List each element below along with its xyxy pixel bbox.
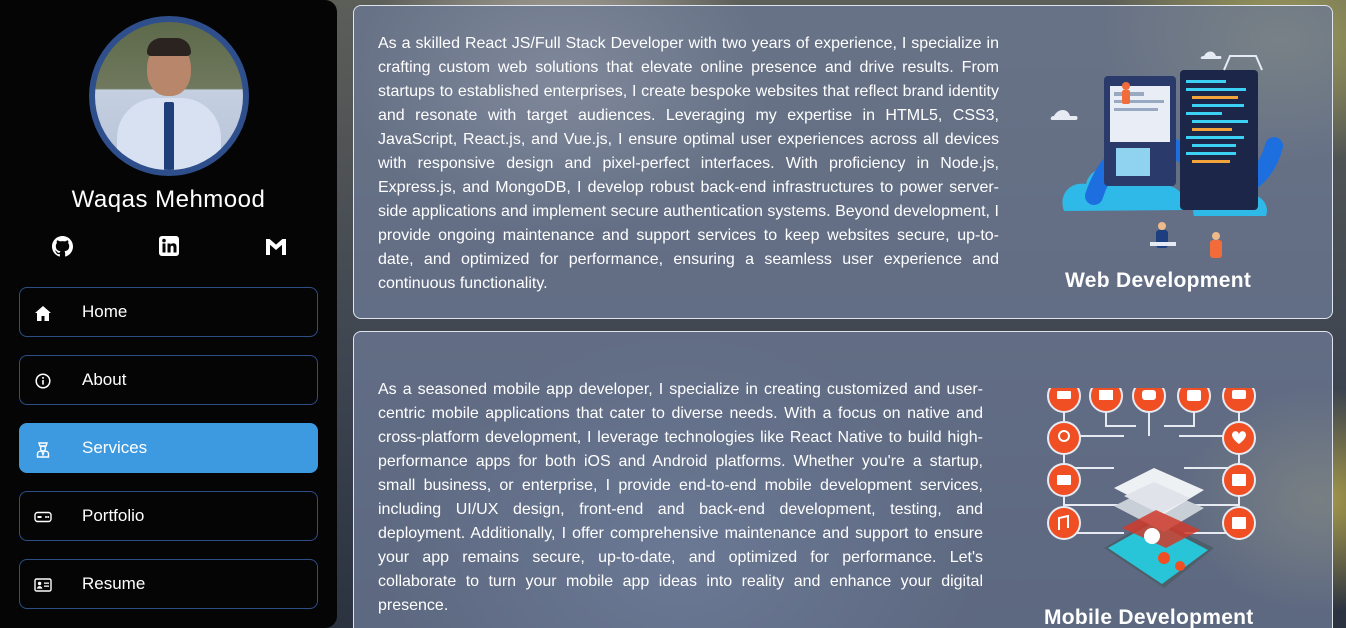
sidebar-nav: Home About Services Portfolio Resume	[19, 287, 318, 627]
sidebar-item-label: Resume	[82, 574, 146, 593]
portfolio-icon	[34, 508, 52, 526]
social-links	[0, 235, 337, 257]
service-title: Mobile Development	[1044, 606, 1254, 628]
profile-photo	[95, 22, 243, 170]
linkedin-icon[interactable]	[158, 235, 180, 257]
sidebar-item-label: Services	[82, 438, 148, 457]
sidebar-item-label: Home	[82, 302, 128, 321]
avatar	[89, 16, 249, 176]
info-icon	[34, 372, 52, 390]
sidebar-item-home[interactable]: Home	[19, 287, 318, 337]
sidebar-item-resume[interactable]: Resume	[19, 559, 318, 609]
resume-icon	[34, 576, 52, 594]
web-development-illustration	[1044, 46, 1284, 266]
sidebar-item-about[interactable]: About	[19, 355, 318, 405]
sidebar-item-portfolio[interactable]: Portfolio	[19, 491, 318, 541]
sidebar: Waqas Mehmood Home About Services Portfo…	[0, 0, 337, 628]
service-description: As a skilled React JS/Full Stack Develop…	[378, 35, 999, 292]
sidebar-item-label: Portfolio	[82, 506, 145, 525]
service-description: As a seasoned mobile app developer, I sp…	[378, 381, 983, 614]
github-icon[interactable]	[51, 235, 73, 257]
gmail-icon[interactable]	[265, 235, 287, 257]
mobile-development-illustration	[1044, 379, 1264, 608]
services-icon	[34, 440, 52, 458]
sidebar-item-services[interactable]: Services	[19, 423, 318, 473]
service-card-mobile-development: As a seasoned mobile app developer, I sp…	[353, 331, 1333, 628]
profile-name: Waqas Mehmood	[71, 186, 266, 213]
service-card-web-development: As a skilled React JS/Full Stack Develop…	[353, 5, 1333, 319]
service-title: Web Development	[1065, 269, 1252, 292]
sidebar-item-label: About	[82, 370, 127, 389]
home-icon	[34, 304, 52, 322]
